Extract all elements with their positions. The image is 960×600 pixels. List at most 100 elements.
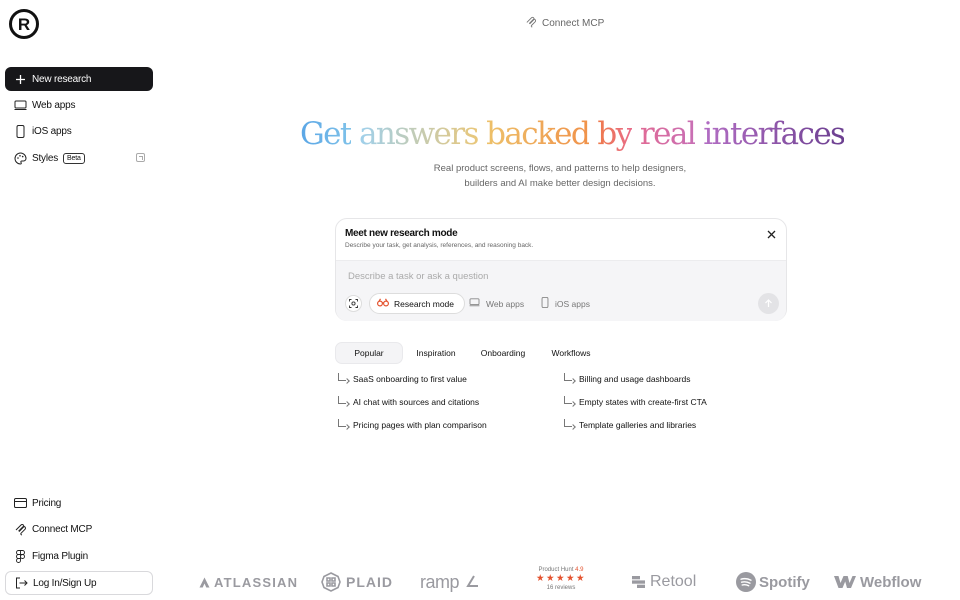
login-button[interactable]: Log In/Sign Up bbox=[5, 571, 153, 595]
suggestion-label: Template galleries and libraries bbox=[579, 420, 697, 430]
turn-arrow-icon bbox=[338, 373, 346, 381]
sidebar-item-ios-apps[interactable]: iOS apps bbox=[5, 119, 153, 143]
send-button[interactable] bbox=[758, 293, 779, 314]
login-label: Log In/Sign Up bbox=[33, 577, 97, 589]
beta-badge: Beta bbox=[63, 152, 85, 164]
spotify-icon bbox=[736, 572, 756, 592]
hero-word: backed bbox=[486, 116, 591, 152]
monitor-icon bbox=[13, 98, 27, 112]
hero-subtitle-line: builders and AI make better design decis… bbox=[464, 178, 656, 189]
login-icon bbox=[14, 576, 28, 590]
mcp-icon bbox=[525, 16, 537, 31]
phone-icon bbox=[13, 124, 27, 138]
research-card: Meet new research mode Describe your tas… bbox=[335, 218, 787, 321]
suggestion-item[interactable]: Pricing pages with plan comparison bbox=[338, 419, 487, 430]
mcp-icon bbox=[13, 522, 27, 536]
hero-title: Get answers backed by real interfaces bbox=[300, 116, 846, 152]
palette-icon bbox=[13, 151, 27, 165]
tab-onboarding[interactable]: Onboarding bbox=[470, 342, 536, 364]
suggestion-label: SaaS onboarding to first value bbox=[353, 374, 467, 384]
turn-arrow-icon bbox=[564, 396, 572, 404]
suggestion-label: Billing and usage dashboards bbox=[579, 374, 691, 384]
ramp-wordmark: ramp bbox=[420, 571, 460, 592]
suggestion-label: Empty states with create-first CTA bbox=[579, 397, 707, 407]
chip-label: Web apps bbox=[486, 298, 525, 309]
chip-ios-apps[interactable]: iOS apps bbox=[541, 293, 590, 314]
sidebar-item-figma-plugin[interactable]: Figma Plugin bbox=[5, 544, 153, 568]
logo[interactable]: R bbox=[9, 9, 39, 39]
arrow-up-icon bbox=[765, 299, 772, 307]
ramp-icon bbox=[466, 575, 479, 587]
monitor-icon bbox=[469, 298, 480, 309]
spotify-wordmark: Spotify bbox=[759, 573, 810, 591]
research-card-description: Describe your task, get analysis, refere… bbox=[345, 242, 534, 249]
rating-stars: ★★★★★ bbox=[535, 573, 587, 584]
product-hunt-badge: Product Hunt 4.9 ★★★★★ 16 reviews bbox=[530, 567, 592, 591]
hero-word: interfaces bbox=[703, 116, 846, 152]
suggestion-label: Pricing pages with plan comparison bbox=[353, 420, 487, 430]
spotify-logo: Spotify bbox=[736, 570, 810, 594]
retool-logo: Retool bbox=[632, 570, 696, 594]
sidebar: R New research Web apps iOS apps Styles … bbox=[0, 0, 160, 600]
suggestion-item[interactable]: AI chat with sources and citations bbox=[338, 396, 480, 407]
turn-arrow-icon bbox=[564, 419, 572, 427]
research-mode-button[interactable]: Research mode bbox=[369, 293, 466, 314]
webflow-logo: Webflow bbox=[834, 570, 921, 594]
close-icon[interactable] bbox=[767, 228, 776, 241]
tab-popular[interactable]: Popular bbox=[335, 342, 403, 364]
prompt-area[interactable]: Describe a task or ask a question Resear… bbox=[336, 260, 786, 321]
sidebar-item-pricing[interactable]: Pricing bbox=[5, 491, 153, 515]
hero-word: by bbox=[597, 116, 633, 152]
hero-word: real bbox=[639, 116, 697, 152]
tab-workflows[interactable]: Workflows bbox=[538, 342, 604, 364]
hero-word: Get bbox=[300, 116, 352, 152]
retool-icon bbox=[632, 576, 645, 588]
sidebar-item-label: Figma Plugin bbox=[32, 550, 88, 562]
ramp-logo: ramp bbox=[420, 570, 479, 594]
sidebar-item-styles[interactable]: Styles Beta bbox=[5, 146, 153, 170]
research-card-title: Meet new research mode bbox=[345, 228, 458, 239]
chip-label: iOS apps bbox=[555, 298, 590, 309]
webflow-wordmark: Webflow bbox=[860, 573, 922, 591]
connect-mcp-link[interactable]: Connect MCP bbox=[525, 16, 604, 31]
suggestion-item[interactable]: Billing and usage dashboards bbox=[564, 373, 691, 384]
retool-wordmark: Retool bbox=[650, 573, 697, 590]
sidebar-item-web-apps[interactable]: Web apps bbox=[5, 93, 153, 117]
suggestion-item[interactable]: Template galleries and libraries bbox=[564, 419, 697, 430]
sidebar-item-connect-mcp[interactable]: Connect MCP bbox=[5, 517, 153, 541]
connect-mcp-label: Connect MCP bbox=[542, 18, 605, 29]
sidebar-item-label: Web apps bbox=[32, 99, 76, 111]
hero-word: answers bbox=[359, 116, 479, 152]
plaid-icon bbox=[321, 572, 341, 592]
plaid-logo: PLAID bbox=[321, 570, 393, 594]
scan-button[interactable] bbox=[345, 295, 362, 312]
suggestion-item[interactable]: SaaS onboarding to first value bbox=[338, 373, 467, 384]
tab-inspiration[interactable]: Inspiration bbox=[404, 342, 468, 364]
plus-icon bbox=[13, 72, 27, 86]
figma-icon bbox=[13, 549, 27, 563]
sidebar-item-label: Connect MCP bbox=[32, 523, 93, 535]
hero-subtitle-line: Real product screens, flows, and pattern… bbox=[433, 163, 687, 174]
new-research-button[interactable]: New research bbox=[5, 67, 153, 91]
external-link-icon[interactable] bbox=[136, 153, 145, 162]
scan-icon bbox=[349, 299, 358, 308]
review-count: 16 reviews bbox=[546, 585, 576, 591]
webflow-icon bbox=[834, 576, 856, 588]
binoculars-icon bbox=[376, 298, 390, 309]
research-mode-label: Research mode bbox=[394, 298, 455, 309]
turn-arrow-icon bbox=[564, 373, 572, 381]
new-research-label: New research bbox=[32, 73, 92, 85]
turn-arrow-icon bbox=[338, 396, 346, 404]
atlassian-wordmark: ATLASSIAN bbox=[214, 574, 299, 590]
suggestion-label: AI chat with sources and citations bbox=[353, 397, 480, 407]
prompt-input[interactable]: Describe a task or ask a question bbox=[348, 271, 488, 282]
suggestion-item[interactable]: Empty states with create-first CTA bbox=[564, 396, 707, 407]
sidebar-item-label: Styles bbox=[32, 152, 59, 164]
atlassian-icon bbox=[199, 577, 210, 587]
sidebar-item-label: Pricing bbox=[32, 497, 62, 509]
credit-card-icon bbox=[13, 496, 27, 510]
phone-icon bbox=[541, 296, 549, 310]
plaid-wordmark: PLAID bbox=[346, 574, 393, 590]
sidebar-item-label: iOS apps bbox=[32, 125, 72, 137]
chip-web-apps[interactable]: Web apps bbox=[469, 293, 524, 314]
